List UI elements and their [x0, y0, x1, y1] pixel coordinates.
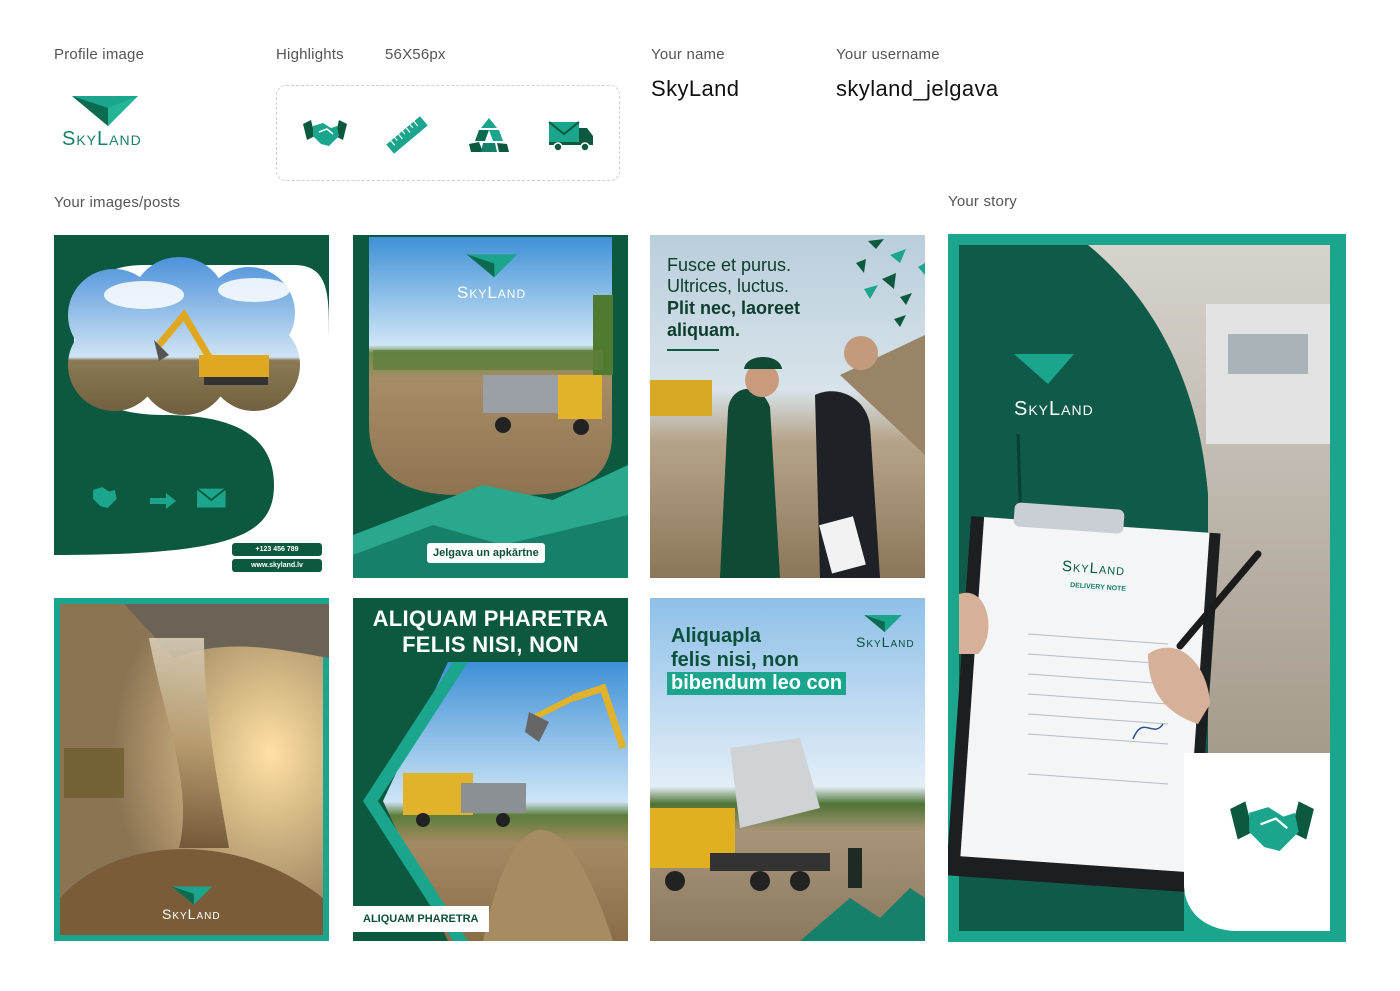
post-5-line1: ALIQUAM PHARETRA — [372, 606, 609, 631]
skyland-logo-mark-icon — [72, 96, 138, 126]
post-4[interactable]: SkyLand — [54, 598, 329, 941]
post-2-logo: SkyLand — [457, 283, 527, 302]
highlight-stones[interactable] — [465, 114, 513, 156]
post-1-line2: non lpoisiuem datelem — [74, 443, 226, 459]
profile-name: SkyLand — [651, 76, 740, 101]
your-name-label: Your name — [651, 46, 725, 63]
highlight-handshake[interactable] — [301, 114, 349, 156]
post-3[interactable]: Fusce et purus. Ultrices, luctus. Plit n… — [650, 235, 925, 578]
post-2-location-chip: Jelgava un apkārtne — [427, 543, 545, 563]
highlights-size-label: 56X56px — [385, 46, 446, 63]
post-1-phone: +123 456 789 — [232, 543, 322, 556]
post-1[interactable]: Aliquam pharetra felis nisi, non lpoisiu… — [54, 235, 329, 578]
profile-image[interactable]: SkyLand — [58, 92, 148, 152]
post-5-chip: ALIQUAM PHARETRA — [353, 906, 489, 932]
your-username-label: Your username — [836, 46, 940, 63]
post-3-line4: aliquam. — [667, 320, 741, 340]
handshake-icon — [84, 484, 124, 508]
post-1-divider — [74, 463, 192, 465]
highlight-ruler[interactable] — [383, 114, 431, 156]
post-3-line1: Fusce et purus. — [667, 255, 792, 275]
profile-image-label: Profile image — [54, 46, 145, 63]
stones-icon — [469, 118, 509, 152]
post-1-website[interactable]: www.skyland.lv — [232, 559, 322, 572]
skyland-logo-mark-icon — [864, 615, 902, 633]
images-posts-label: Your images/posts — [54, 194, 181, 211]
your-story-label: Your story — [948, 193, 1017, 210]
post-6-line3: bibendum leo con — [667, 672, 847, 695]
post-3-divider — [667, 349, 719, 351]
post-5[interactable]: ALIQUAM PHARETRA FELIS NISI, NON ALIQUAM… — [353, 598, 628, 941]
highlights-box — [276, 85, 620, 181]
post-6-logo: SkyLand — [856, 634, 915, 650]
post-6-line2: felis nisi, non — [671, 649, 799, 671]
arrow-right-icon — [150, 493, 176, 509]
profile-username: skyland_jelgava — [836, 76, 999, 101]
handshake-icon — [1230, 801, 1314, 851]
post-1-line1: Aliquam pharetra felis nisi, — [74, 426, 239, 442]
post-2[interactable]: SkyLand Jelgava un apkārtne — [353, 235, 628, 578]
post-1-background — [54, 257, 329, 578]
truck-icon — [196, 487, 239, 517]
skyland-logo-mark-icon — [171, 886, 213, 905]
highlights-label: Highlights — [276, 46, 344, 63]
truck-icon — [548, 121, 593, 152]
handshake-icon — [303, 120, 347, 146]
skyland-logo-mark-icon — [466, 254, 518, 278]
profile-logo-text: SkyLand — [62, 128, 142, 150]
story[interactable]: SkyLand SkyLand DELIVERY NOTE — [948, 234, 1346, 942]
post-5-line2: FELIS NISI, NON — [402, 632, 579, 657]
ruler-icon — [386, 116, 428, 154]
post-6[interactable]: Aliquapla felis nisi, non bibendum leo c… — [650, 598, 925, 941]
post-3-line3: Plit nec, laoreet — [667, 298, 801, 318]
story-jacket-logo: SkyLand — [1014, 398, 1094, 420]
post-3-line2: Ultrices, luctus. — [667, 276, 790, 296]
highlight-truck[interactable] — [547, 114, 595, 156]
post-4-logo: SkyLand — [162, 906, 221, 922]
post-6-line1: Aliquapla — [671, 625, 762, 647]
